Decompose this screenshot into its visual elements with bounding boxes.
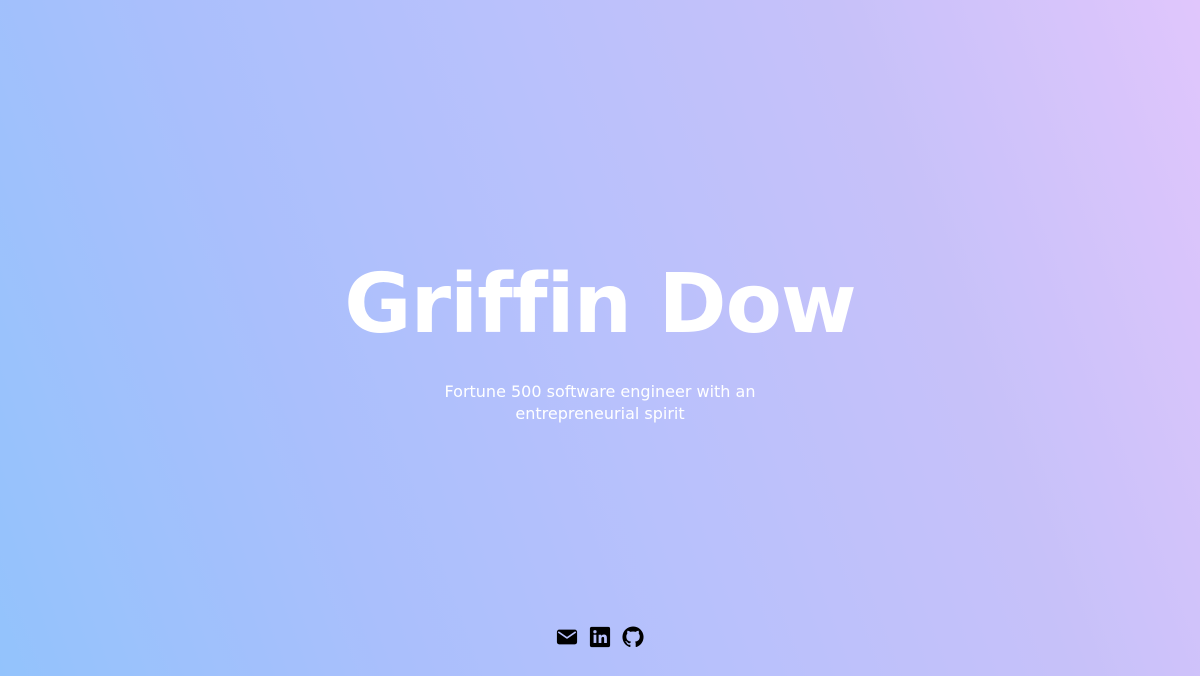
email-link[interactable] xyxy=(556,626,578,648)
email-icon xyxy=(556,629,578,645)
github-icon xyxy=(622,626,644,648)
github-link[interactable] xyxy=(622,626,644,648)
hero-section: Griffin Dow Fortune 500 software enginee… xyxy=(0,255,1200,425)
tagline: Fortune 500 software engineer with an en… xyxy=(444,382,756,423)
linkedin-icon xyxy=(589,626,611,648)
linkedin-link[interactable] xyxy=(589,626,611,648)
landing-page: { "hero": { "name": "Griffin Dow", "tagl… xyxy=(0,0,1200,676)
social-links xyxy=(0,626,1200,648)
page-title: Griffin Dow xyxy=(344,257,856,352)
